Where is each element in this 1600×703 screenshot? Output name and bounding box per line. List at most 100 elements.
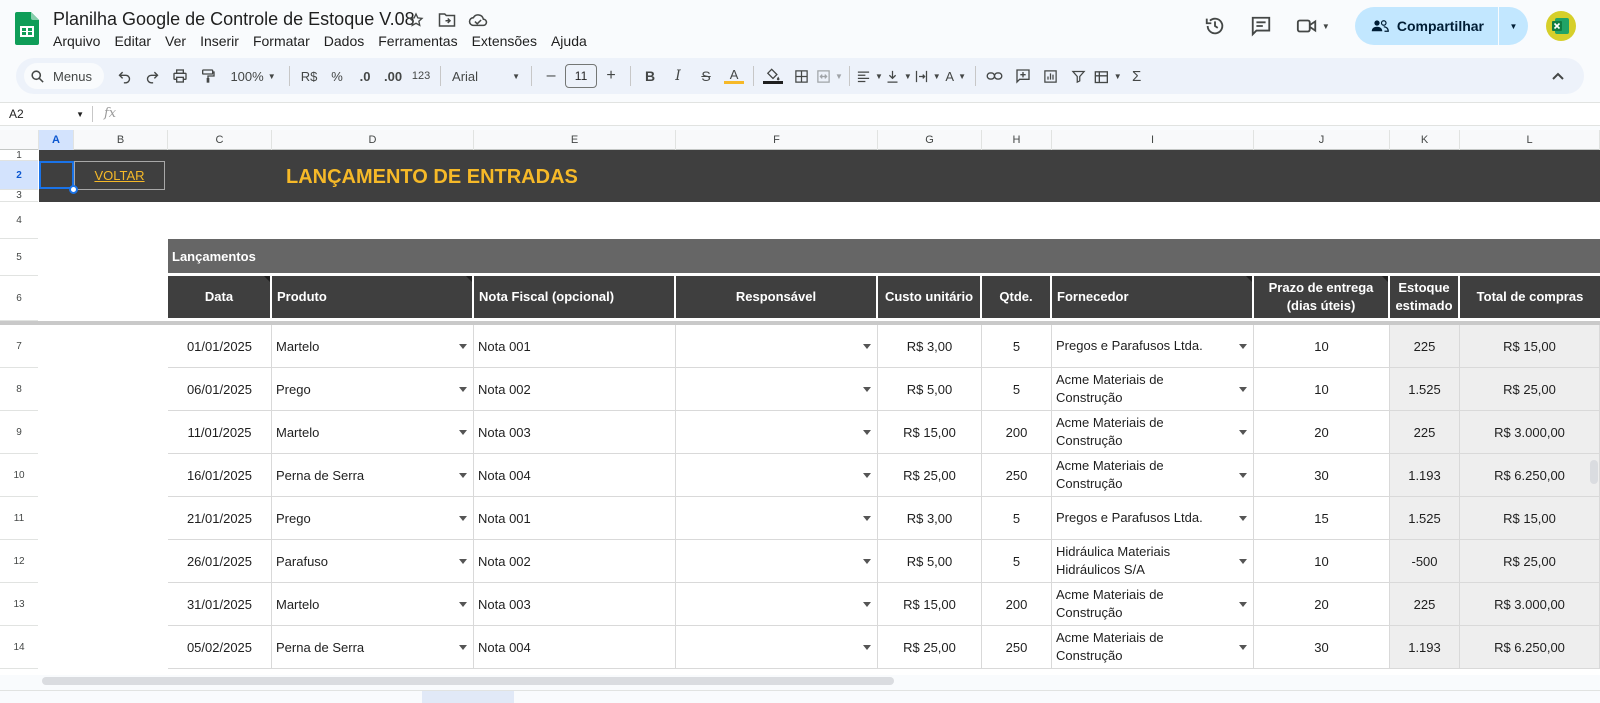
strikethrough-icon[interactable]: S	[692, 62, 720, 90]
dropdown-arrow-icon[interactable]	[1239, 645, 1247, 650]
dropdown-arrow-icon[interactable]	[863, 473, 871, 478]
cell-produto[interactable]: Prego	[272, 497, 474, 540]
cell-qtde[interactable]: 5	[982, 325, 1052, 368]
cell-responsavel[interactable]	[676, 325, 878, 368]
horizontal-align-icon[interactable]: ▼	[855, 62, 884, 90]
font-select[interactable]: Arial ▼	[446, 62, 526, 90]
dropdown-arrow-icon[interactable]	[459, 602, 467, 607]
paint-format-icon[interactable]	[194, 62, 222, 90]
column-header-h[interactable]: H	[982, 130, 1052, 150]
cell-custo[interactable]: R$ 5,00	[878, 540, 982, 583]
dropdown-arrow-icon[interactable]	[1239, 559, 1247, 564]
dropdown-arrow-icon[interactable]	[459, 473, 467, 478]
header-prazo[interactable]: Prazo de entrega (dias úteis)	[1254, 276, 1388, 318]
menu-ferramentas[interactable]: Ferramentas	[371, 31, 464, 51]
filter-views-icon[interactable]: ▼	[1093, 62, 1123, 90]
cell-produto[interactable]: Martelo	[272, 411, 474, 454]
header-fornecedor[interactable]: Fornecedor	[1052, 276, 1252, 318]
row-header-3[interactable]: 3	[0, 190, 38, 202]
header-responsavel[interactable]: Responsável	[676, 276, 876, 318]
cell-fornecedor[interactable]: Pregos e Parafusos Ltda.	[1052, 325, 1254, 368]
header-total[interactable]: Total de compras	[1460, 276, 1600, 318]
dropdown-arrow-icon[interactable]	[1239, 602, 1247, 607]
text-color-icon[interactable]: A	[720, 62, 748, 90]
cell-fornecedor[interactable]: Acme Materiais de Construção	[1052, 583, 1254, 626]
cell-produto[interactable]: Martelo	[272, 583, 474, 626]
cell-estoque[interactable]: 1.193	[1390, 626, 1460, 669]
cell-produto[interactable]: Prego	[272, 368, 474, 411]
header-produto[interactable]: Produto	[272, 276, 472, 318]
cell-custo[interactable]: R$ 5,00	[878, 368, 982, 411]
cell-fornecedor[interactable]: Pregos e Parafusos Ltda.	[1052, 497, 1254, 540]
cell-qtde[interactable]: 250	[982, 454, 1052, 497]
row-header-4[interactable]: 4	[0, 202, 38, 239]
menu-ver[interactable]: Ver	[158, 31, 193, 51]
meet-icon[interactable]: ▼	[1289, 8, 1337, 44]
undo-icon[interactable]	[110, 62, 138, 90]
row-header-13[interactable]: 13	[0, 583, 38, 626]
cell-data[interactable]: 21/01/2025	[168, 497, 272, 540]
cell-produto[interactable]: Martelo	[272, 325, 474, 368]
formula-input[interactable]	[130, 103, 1590, 125]
select-all-corner[interactable]	[0, 130, 39, 150]
column-header-c[interactable]: C	[168, 130, 272, 150]
row-header-14[interactable]: 14	[0, 626, 38, 669]
cell-prazo[interactable]: 30	[1254, 626, 1390, 669]
text-wrapping-icon[interactable]: ▼	[913, 62, 942, 90]
voltar-link[interactable]: VOLTAR	[74, 161, 165, 190]
cell-estoque[interactable]: -500	[1390, 540, 1460, 583]
cell-estoque[interactable]: 225	[1390, 411, 1460, 454]
row-header-12[interactable]: 12	[0, 540, 38, 583]
column-header-f[interactable]: F	[676, 130, 878, 150]
cell-total[interactable]: R$ 25,00	[1460, 368, 1600, 411]
row-header-5[interactable]: 5	[0, 239, 38, 276]
cell-nota[interactable]: Nota 002	[474, 368, 676, 411]
menu-extensoes[interactable]: Extensões	[465, 31, 544, 51]
cell-total[interactable]: R$ 15,00	[1460, 325, 1600, 368]
dropdown-arrow-icon[interactable]	[459, 344, 467, 349]
menu-inserir[interactable]: Inserir	[193, 31, 246, 51]
cell-fornecedor[interactable]: Hidráulica Materiais Hidráulicos S/A	[1052, 540, 1254, 583]
cell-total[interactable]: R$ 3.000,00	[1460, 411, 1600, 454]
cell-estoque[interactable]: 1.193	[1390, 454, 1460, 497]
header-custo[interactable]: Custo unitário	[878, 276, 980, 318]
menu-ajuda[interactable]: Ajuda	[544, 31, 594, 51]
cell-custo[interactable]: R$ 25,00	[878, 454, 982, 497]
cell-responsavel[interactable]	[676, 454, 878, 497]
row-header-2[interactable]: 2	[0, 161, 38, 190]
column-header-k[interactable]: K	[1390, 130, 1460, 150]
font-size-increase-icon[interactable]: +	[597, 62, 625, 90]
horizontal-scrollbar[interactable]	[42, 677, 894, 685]
dropdown-arrow-icon[interactable]	[863, 602, 871, 607]
dropdown-arrow-icon[interactable]	[1239, 344, 1247, 349]
dropdown-arrow-icon[interactable]	[1239, 473, 1247, 478]
row-header-9[interactable]: 9	[0, 411, 38, 454]
column-header-e[interactable]: E	[474, 130, 676, 150]
cell-prazo[interactable]: 20	[1254, 411, 1390, 454]
cell-prazo[interactable]: 10	[1254, 368, 1390, 411]
format-percent-button[interactable]: %	[323, 62, 351, 90]
redo-icon[interactable]	[138, 62, 166, 90]
cell-nota[interactable]: Nota 004	[474, 626, 676, 669]
cell-fornecedor[interactable]: Acme Materiais de Construção	[1052, 411, 1254, 454]
cell-produto[interactable]: Parafuso	[272, 540, 474, 583]
cell-qtde[interactable]: 200	[982, 583, 1052, 626]
cell-responsavel[interactable]	[676, 411, 878, 454]
fill-color-icon[interactable]	[759, 62, 787, 90]
menu-formatar[interactable]: Formatar	[246, 31, 317, 51]
sheets-logo-icon[interactable]	[15, 12, 39, 45]
dropdown-arrow-icon[interactable]	[863, 344, 871, 349]
cell-nota[interactable]: Nota 003	[474, 583, 676, 626]
row-header-1[interactable]: 1	[0, 150, 38, 161]
cell-custo[interactable]: R$ 3,00	[878, 497, 982, 540]
cell-data[interactable]: 06/01/2025	[168, 368, 272, 411]
row-header-11[interactable]: 11	[0, 497, 38, 540]
decrease-decimal-button[interactable]: .0	[351, 62, 379, 90]
cell-prazo[interactable]: 10	[1254, 325, 1390, 368]
cell-nota[interactable]: Nota 003	[474, 411, 676, 454]
column-header-g[interactable]: G	[878, 130, 982, 150]
cell-estoque[interactable]: 1.525	[1390, 497, 1460, 540]
column-header-j[interactable]: J	[1254, 130, 1390, 150]
filter-icon[interactable]	[1065, 62, 1093, 90]
cell-fornecedor[interactable]: Acme Materiais de Construção	[1052, 368, 1254, 411]
